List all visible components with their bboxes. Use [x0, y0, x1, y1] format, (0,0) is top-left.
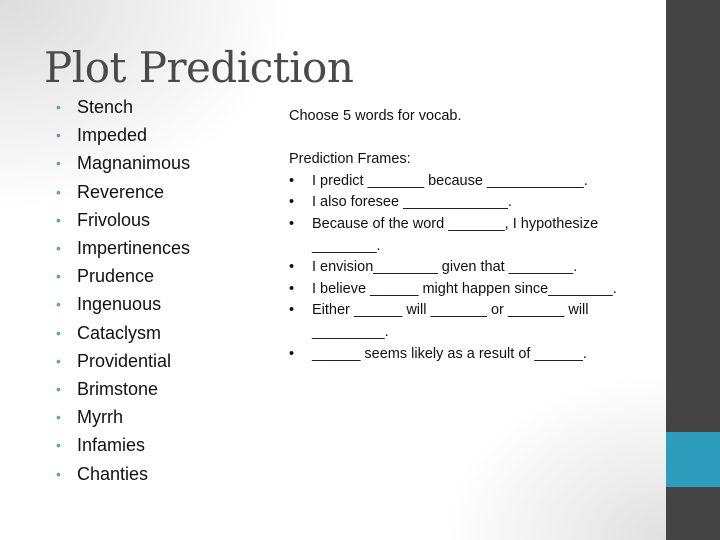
vocab-item: • Myrrh — [56, 403, 190, 431]
vocab-word: Reverence — [77, 181, 165, 202]
frame-item: • I believe ______ might happen since____… — [289, 279, 649, 301]
slide-title: Plot Prediction — [44, 43, 354, 92]
frame-text: I predict _______ because ____________. — [312, 172, 588, 189]
vocab-word: Ingenuous — [77, 294, 162, 315]
bullet-icon: • — [56, 380, 61, 397]
frame-item: • I also foresee _____________. — [289, 192, 649, 214]
frame-item: • ______ seems likely as a result of ____… — [289, 344, 649, 366]
instruction-text: Choose 5 words for vocab. — [289, 108, 462, 124]
frame-text: Because of the word _______, I hypothesi… — [312, 215, 599, 254]
vocab-item: • Stench — [56, 93, 190, 121]
bullet-icon: • — [56, 437, 61, 454]
bullet-icon: • — [289, 172, 295, 189]
vocab-item: • Providential — [56, 347, 190, 375]
vocab-word: Cataclysm — [77, 322, 162, 343]
vocab-word: Impertinences — [77, 238, 191, 259]
frame-item: • Because of the word _______, I hypothes… — [289, 214, 649, 257]
vocab-word: Providential — [77, 350, 172, 371]
vocab-word: Chanties — [77, 463, 149, 484]
bullet-icon: • — [56, 99, 61, 116]
side-accent-block — [666, 432, 720, 487]
vocab-word: Frivolous — [77, 209, 151, 230]
bullet-icon: • — [56, 183, 61, 200]
vocab-item: • Magnanimous — [56, 149, 190, 177]
bullet-icon: • — [56, 465, 61, 482]
bullet-icon: • — [56, 240, 61, 257]
bullet-icon: • — [56, 296, 61, 313]
vocab-item: • Reverence — [56, 178, 190, 206]
vocab-item: • Brimstone — [56, 375, 190, 403]
frame-text: I also foresee _____________. — [312, 194, 512, 211]
bullet-icon: • — [56, 211, 61, 228]
prediction-panel: Choose 5 words for vocab. Prediction Fra… — [289, 106, 649, 365]
vocab-item: • Impeded — [56, 121, 190, 149]
frame-item: • I envision________ given that ________. — [289, 257, 649, 279]
vocab-item: • Impertinences — [56, 234, 190, 262]
vocab-word: Infamies — [77, 435, 146, 456]
bullet-icon: • — [289, 345, 295, 362]
frame-item: • I predict _______ because ____________. — [289, 171, 649, 193]
bullet-icon: • — [56, 127, 61, 144]
frame-text: ______ seems likely as a result of _____… — [312, 345, 587, 362]
vocab-word: Brimstone — [77, 378, 159, 399]
bullet-icon: • — [56, 409, 61, 426]
vocab-word: Magnanimous — [77, 153, 191, 174]
bullet-icon: • — [56, 155, 61, 172]
bullet-icon: • — [56, 324, 61, 341]
frames-heading: Prediction Frames: — [289, 151, 411, 168]
frame-text: Either ______ will _______ or _______ wi… — [312, 302, 589, 340]
bullet-icon: • — [56, 352, 61, 369]
bullet-icon: • — [289, 302, 295, 319]
vocab-word: Impeded — [77, 125, 148, 146]
vocab-item: • Frivolous — [56, 206, 190, 234]
bullet-icon: • — [289, 215, 295, 232]
bullet-icon: • — [289, 194, 295, 211]
bullet-icon: • — [56, 268, 61, 285]
vocab-word: Stench — [77, 97, 134, 118]
vocab-word: Myrrh — [77, 407, 123, 428]
frames-list: • I predict _______ because ____________.… — [289, 171, 649, 365]
frame-item: • Either ______ will _______ or _______ w… — [289, 300, 649, 343]
bullet-icon: • — [289, 259, 295, 276]
vocab-item: • Ingenuous — [56, 290, 190, 318]
vocab-word: Prudence — [77, 266, 155, 287]
frame-text: I believe ______ might happen since_____… — [312, 280, 617, 297]
vocab-list: • Stench • Impeded • Magnanimous • Reverence • Fr… — [56, 93, 190, 488]
vocab-item: • Chanties — [56, 459, 190, 487]
vocab-item: • Infamies — [56, 431, 190, 459]
vocab-item: • Cataclysm — [56, 319, 190, 347]
bullet-icon: • — [289, 280, 295, 297]
vocab-item: • Prudence — [56, 262, 190, 290]
frame-text: I envision________ given that ________. — [312, 259, 578, 276]
